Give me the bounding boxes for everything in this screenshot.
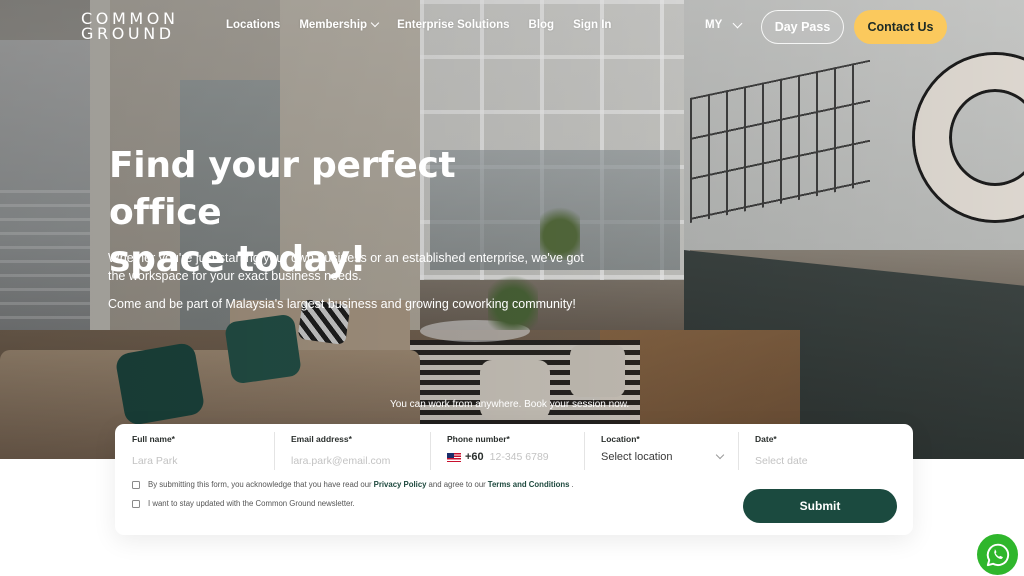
- phone-label: Phone number*: [447, 434, 510, 444]
- chevron-down-icon: [715, 450, 725, 460]
- whatsapp-icon: [986, 543, 1009, 566]
- email-input[interactable]: [291, 455, 411, 467]
- newsletter-consent: I want to stay updated with the Common G…: [132, 499, 355, 508]
- location-select[interactable]: Select location: [601, 450, 725, 463]
- location-label: Location*: [601, 434, 640, 444]
- date-field: Date*: [738, 424, 913, 470]
- newsletter-checkbox[interactable]: [132, 499, 140, 508]
- hero-description: Whether you're just starting your own bu…: [108, 251, 584, 283]
- malaysia-flag-icon[interactable]: [447, 452, 461, 462]
- chevron-down-icon: [370, 18, 380, 28]
- hero-section: Find your perfect office space today! Wh…: [0, 0, 1024, 459]
- day-pass-button[interactable]: Day Pass: [761, 10, 844, 44]
- dial-code: +60: [465, 451, 484, 463]
- submit-button[interactable]: Submit: [743, 489, 897, 523]
- privacy-consent-checkbox[interactable]: [132, 480, 140, 489]
- nav-blog[interactable]: Blog: [529, 19, 555, 31]
- date-label: Date*: [755, 434, 777, 444]
- full-name-field: Full name*: [115, 424, 274, 470]
- country-selector[interactable]: MY: [705, 18, 743, 31]
- terms-link[interactable]: Terms and Conditions: [488, 480, 570, 489]
- date-input[interactable]: [755, 455, 875, 467]
- hero-community-text: Come and be part of Malaysia's largest b…: [108, 297, 576, 311]
- phone-input[interactable]: [489, 451, 580, 463]
- booking-note: You can work from anywhere. Book your se…: [390, 399, 630, 410]
- nav-locations[interactable]: Locations: [226, 19, 280, 31]
- email-label: Email address*: [291, 434, 352, 444]
- nav-links: Locations Membership Enterprise Solution…: [226, 18, 630, 31]
- nav-enterprise-solutions[interactable]: Enterprise Solutions: [397, 19, 509, 31]
- privacy-policy-link[interactable]: Privacy Policy: [374, 480, 427, 489]
- hero-title-line1: Find your perfect office: [109, 145, 456, 233]
- privacy-consent: By submitting this form, you acknowledge…: [132, 480, 574, 489]
- common-ground-logo[interactable]: COMMON GROUND: [81, 11, 179, 42]
- booking-form: Full name* Email address* Phone number* …: [115, 424, 913, 535]
- full-name-input[interactable]: [132, 455, 252, 467]
- email-field: Email address*: [274, 424, 430, 470]
- phone-field: Phone number* +60: [430, 424, 584, 470]
- full-name-label: Full name*: [132, 434, 175, 444]
- location-field: Location* Select location: [584, 424, 738, 470]
- whatsapp-button[interactable]: [977, 534, 1018, 575]
- contact-us-button[interactable]: Contact Us: [854, 10, 947, 44]
- chevron-down-icon: [732, 18, 743, 28]
- nav-membership[interactable]: Membership: [299, 18, 380, 31]
- form-fields-row: Full name* Email address* Phone number* …: [115, 424, 913, 470]
- nav-sign-in[interactable]: Sign In: [573, 19, 611, 31]
- top-navigation: COMMON GROUND Locations Membership Enter…: [0, 0, 1024, 56]
